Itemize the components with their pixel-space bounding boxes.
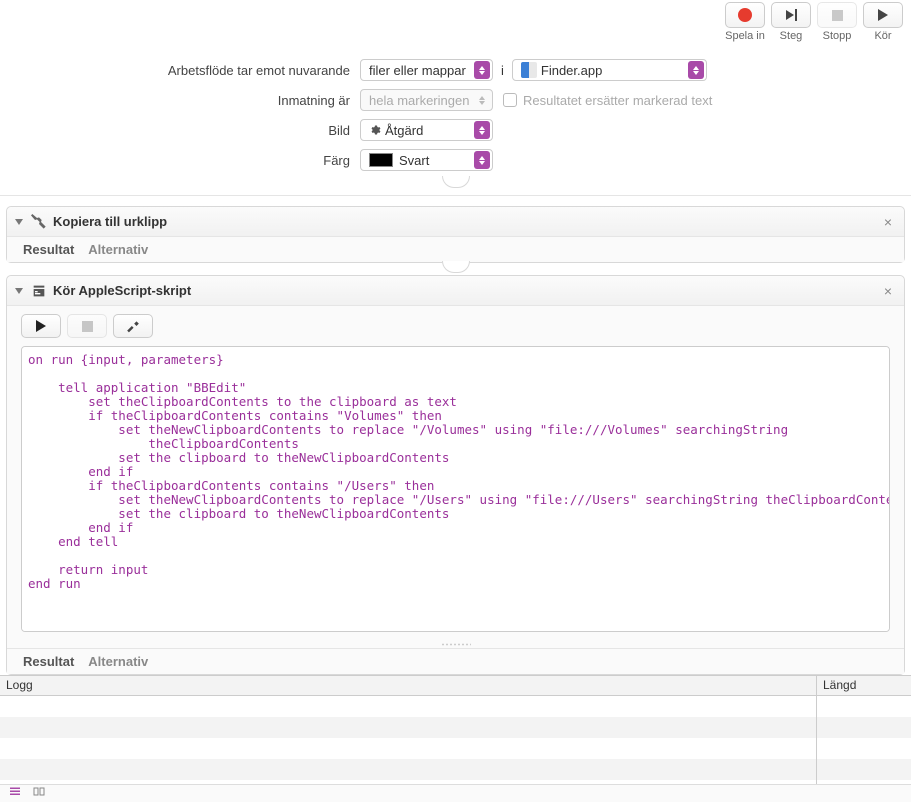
input-is-label: Inmatning är — [0, 93, 360, 108]
log-panel: Logg Längd — [0, 675, 911, 800]
color-label: Färg — [0, 153, 360, 168]
tab-result[interactable]: Resultat — [23, 242, 74, 257]
image-dropdown[interactable]: Åtgärd — [360, 119, 493, 141]
gear-icon — [369, 124, 381, 136]
connector-notch — [442, 176, 470, 188]
color-swatch — [369, 153, 393, 167]
result-replaces-label: Resultatet ersätter markerad text — [523, 93, 712, 108]
script-compile-button[interactable] — [113, 314, 153, 338]
applescript-editor[interactable]: on run {input, parameters} tell applicat… — [21, 346, 890, 632]
tab-options[interactable]: Alternativ — [88, 242, 148, 257]
workflow-receives-dropdown[interactable]: filer eller mappar — [360, 59, 493, 81]
color-dropdown[interactable]: Svart — [360, 149, 493, 171]
hammer-icon — [126, 319, 140, 333]
step-label: Steg — [780, 30, 803, 42]
script-run-button[interactable] — [21, 314, 61, 338]
record-icon — [738, 8, 752, 22]
close-icon[interactable]: × — [880, 214, 896, 230]
log-header-left: Logg — [0, 676, 816, 696]
chevron-updown-icon — [474, 151, 490, 169]
chevron-updown-icon — [474, 61, 490, 79]
log-row — [0, 717, 816, 738]
run-button[interactable] — [863, 2, 903, 28]
workflow-config: Arbetsflöde tar emot nuvarande filer ell… — [0, 45, 911, 196]
log-row — [817, 738, 911, 759]
run-label: Kör — [874, 30, 891, 42]
list-view-icon[interactable] — [8, 786, 22, 801]
result-replaces-checkbox — [503, 93, 517, 107]
log-row — [0, 738, 816, 759]
stop-icon — [82, 321, 93, 332]
action-title: Kör AppleScript-skript — [53, 283, 880, 298]
play-icon — [36, 320, 46, 332]
chevron-updown-icon — [474, 91, 490, 109]
log-row — [817, 717, 911, 738]
resize-grip[interactable] — [7, 640, 904, 648]
record-label: Spela in — [725, 30, 765, 42]
chevron-updown-icon — [474, 121, 490, 139]
connector-notch — [442, 261, 470, 273]
workflow-receives-label: Arbetsflöde tar emot nuvarande — [0, 63, 360, 78]
image-label: Bild — [0, 123, 360, 138]
log-row — [0, 759, 816, 780]
action-title: Kopiera till urklipp — [53, 214, 880, 229]
tools-icon — [31, 214, 47, 230]
main-toolbar: Spela in Steg Stopp Kör — [0, 0, 911, 45]
chevron-updown-icon — [688, 61, 704, 79]
finder-icon — [521, 62, 537, 78]
step-icon — [786, 9, 797, 21]
step-button[interactable] — [771, 2, 811, 28]
log-header-right: Längd — [817, 676, 911, 696]
disclosure-triangle[interactable] — [15, 288, 23, 294]
in-label: i — [501, 63, 504, 78]
input-is-dropdown: hela markeringen — [360, 89, 493, 111]
columns-view-icon[interactable] — [32, 786, 46, 801]
application-dropdown[interactable]: Finder.app — [512, 59, 707, 81]
log-row — [817, 759, 911, 780]
play-icon — [878, 9, 888, 21]
tab-options[interactable]: Alternativ — [88, 654, 148, 669]
log-row — [0, 696, 816, 717]
record-button[interactable] — [725, 2, 765, 28]
applescript-icon — [31, 283, 47, 299]
log-row — [817, 696, 911, 717]
close-icon[interactable]: × — [880, 283, 896, 299]
tab-result[interactable]: Resultat — [23, 654, 74, 669]
script-stop-button[interactable] — [67, 314, 107, 338]
stop-icon — [832, 10, 843, 21]
action-run-applescript: Kör AppleScript-skript × on run {input, … — [6, 275, 905, 675]
action-copy-clipboard: Kopiera till urklipp × Resultat Alternat… — [6, 206, 905, 263]
disclosure-triangle[interactable] — [15, 219, 23, 225]
stop-button[interactable] — [817, 2, 857, 28]
stop-label: Stopp — [823, 30, 852, 42]
status-bar — [0, 784, 911, 802]
